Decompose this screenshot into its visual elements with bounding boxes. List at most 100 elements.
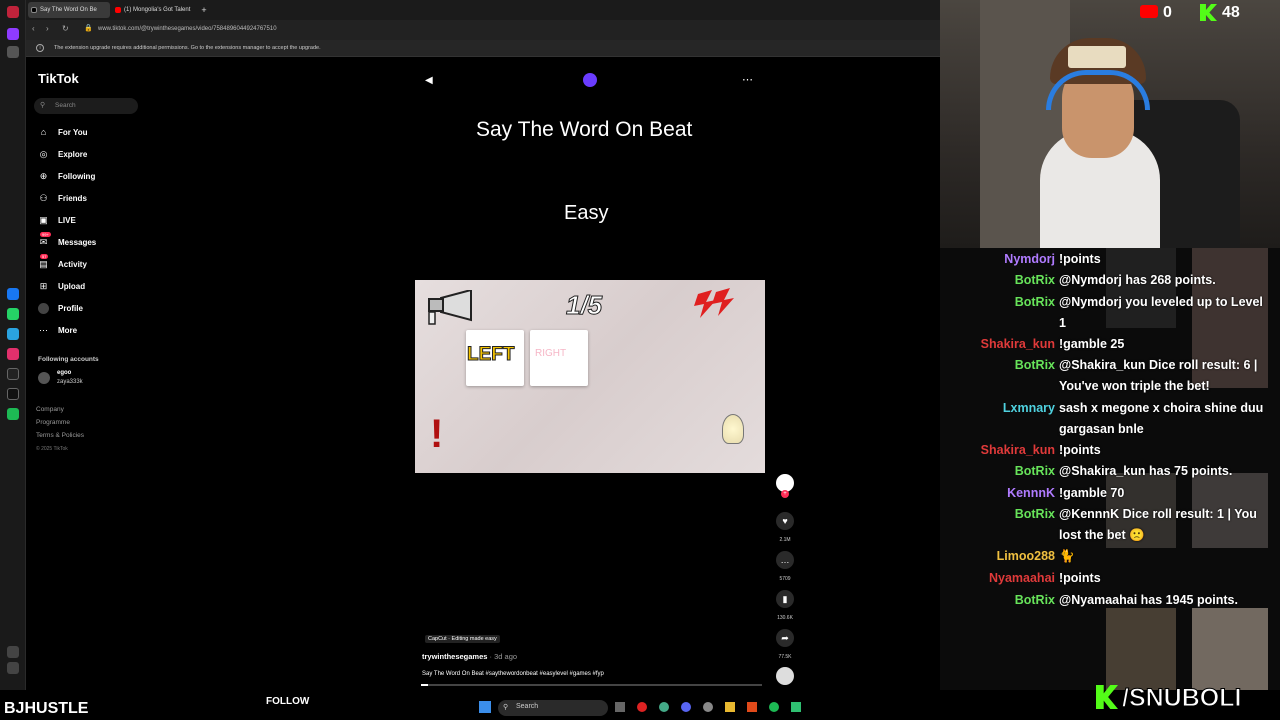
chat-username[interactable]: Shakira_kun [960, 334, 1055, 355]
chat-username[interactable]: Limoo288 [960, 546, 1055, 567]
opera-taskbar-icon[interactable] [637, 702, 647, 712]
chat-username[interactable]: BotRix [960, 461, 1055, 482]
following-account-name[interactable]: egoo [57, 370, 71, 376]
chat-username[interactable]: BotRix [960, 590, 1055, 611]
tiktok-icon[interactable] [7, 368, 19, 380]
nav-messages[interactable]: ✉ 99+ Messages [36, 232, 146, 252]
nav-label: Activity [58, 260, 87, 269]
nav-explore[interactable]: ◎ Explore [36, 148, 146, 164]
home-icon[interactable] [7, 28, 19, 40]
comment-icon[interactable]: … [776, 551, 794, 569]
chat-username[interactable]: Nymdorj [960, 249, 1055, 270]
ai-assist-icon[interactable] [583, 73, 597, 87]
chat-text: @Shakira_kun has 75 points. [1059, 464, 1233, 478]
video-description: Say The Word On Beat #saythewordonbeat #… [422, 671, 604, 677]
follow-plus-icon[interactable]: + [781, 490, 789, 498]
share-icon[interactable]: ➦ [776, 629, 794, 647]
windows-start-icon[interactable] [479, 701, 491, 713]
chat-text: @KennnK Dice roll result: 1 | You lost t… [1059, 507, 1257, 542]
nav-upload[interactable]: ⊞ Upload [36, 280, 146, 296]
discord-taskbar-icon[interactable] [681, 702, 691, 712]
chrome-taskbar-icon[interactable] [659, 702, 669, 712]
telegram-icon[interactable] [7, 328, 19, 340]
x-icon[interactable] [7, 388, 19, 400]
author-name[interactable]: trywinthesegames [422, 652, 487, 661]
tab-youtube[interactable]: (1) Mongolia's Got Talent [112, 2, 200, 18]
chat-username[interactable]: Shakira_kun [960, 440, 1055, 461]
messages-icon: ✉ [39, 237, 48, 247]
activity-badge: 57 [40, 254, 49, 259]
chat-username[interactable]: Nyamaahai [960, 568, 1055, 589]
nav-for-you[interactable]: ⌂ For You [36, 126, 146, 142]
friends-icon: ⚇ [39, 193, 48, 203]
copyright: © 2025 TikTok [36, 446, 68, 452]
clock-icon[interactable] [7, 662, 19, 674]
footer-link-terms[interactable]: Terms & Policies [36, 432, 84, 439]
chat-username[interactable]: KennnK [960, 483, 1055, 504]
video-author[interactable]: trywinthesegames · 3d ago [422, 652, 517, 661]
browser-side-rail [0, 0, 26, 720]
nav-activity[interactable]: ▤ 57 Activity [36, 254, 146, 274]
bookmark-icon[interactable]: ▮ [776, 590, 794, 608]
nav-live[interactable]: ▣ LIVE [36, 214, 146, 230]
avatar[interactable] [38, 372, 50, 384]
chat-username[interactable]: BotRix [960, 270, 1055, 291]
music-disc-icon[interactable] [776, 667, 794, 685]
footer-link-programme[interactable]: Programme [36, 419, 70, 426]
chat-message: BotRix @Nymdorj has 268 points. [960, 270, 1270, 291]
star-icon[interactable] [7, 46, 19, 58]
capcut-tag[interactable]: CapCut · Editing made easy [425, 635, 500, 643]
more-icon: ⋯ [39, 325, 48, 335]
nav-friends[interactable]: ⚇ Friends [36, 192, 146, 208]
chat-message: BotRix @Nyamaahai has 1945 points. [960, 590, 1270, 611]
chat-username[interactable]: BotRix [960, 355, 1055, 376]
live-icon: ▣ [39, 215, 48, 225]
nav-label: LIVE [58, 216, 76, 225]
tiktok-logo[interactable]: TikTok [38, 71, 79, 86]
lightning-icon [694, 288, 734, 318]
task-view-icon[interactable] [615, 702, 625, 712]
heart-icon[interactable] [7, 646, 19, 658]
volume-icon[interactable]: ◀ [425, 75, 433, 86]
share-count: 77.5K [778, 654, 792, 660]
back-icon[interactable]: ‹ [32, 24, 35, 33]
messenger-icon[interactable] [7, 288, 19, 300]
new-tab-button[interactable]: + [198, 2, 210, 18]
folder-taskbar-icon[interactable] [725, 702, 735, 712]
brave-taskbar-icon[interactable] [747, 702, 757, 712]
spotify-taskbar-icon[interactable] [769, 702, 779, 712]
whatsapp-icon[interactable] [7, 308, 19, 320]
app-taskbar-icon[interactable] [791, 702, 801, 712]
more-options-icon[interactable]: ⋯ [742, 73, 753, 86]
tab-bar: Say The Word On Be (1) Mongolia's Got Ta… [26, 0, 940, 20]
chat-username[interactable]: BotRix [960, 292, 1055, 313]
settings-taskbar-icon[interactable] [703, 702, 713, 712]
messages-badge: 99+ [40, 232, 51, 237]
opera-icon[interactable] [7, 6, 19, 18]
footer-link-company[interactable]: Company [36, 406, 64, 413]
save-count: 130.6K [777, 615, 793, 621]
chat-username[interactable]: BotRix [960, 504, 1055, 525]
chat-emote-icon: 🐈 [1059, 549, 1075, 563]
kick-handle: /SNUBOLI [1121, 684, 1242, 713]
video-progress-bar[interactable] [421, 684, 762, 686]
info-icon: i [36, 44, 44, 52]
reload-icon[interactable]: ↻ [62, 24, 69, 33]
nav-profile[interactable]: Profile [36, 302, 146, 318]
following-account-handle: zaya333k [57, 379, 83, 385]
tab-active[interactable]: Say The Word On Be [28, 2, 110, 18]
streamer-name: BJHUSTLE [4, 700, 89, 717]
nav-following[interactable]: ⊕ Following [36, 170, 146, 186]
forward-icon[interactable]: › [46, 24, 49, 33]
url-field[interactable]: www.tiktok.com/@trywinthesegames/video/7… [98, 26, 277, 32]
spotify-icon[interactable] [7, 408, 19, 420]
nav-more[interactable]: ⋯ More [36, 324, 146, 340]
chat-message: BotRix @KennnK Dice roll result: 1 | You … [960, 504, 1270, 546]
lock-icon: 🔒 [84, 25, 93, 32]
kick-viewer-count: 48 [1222, 4, 1240, 21]
search-input[interactable]: ⚲ [34, 98, 138, 114]
like-icon[interactable]: ♥ [776, 512, 794, 530]
chat-username[interactable]: Lxmnary [960, 398, 1055, 419]
instagram-icon[interactable] [7, 348, 19, 360]
taskbar-search[interactable]: ⚲ [498, 700, 608, 716]
